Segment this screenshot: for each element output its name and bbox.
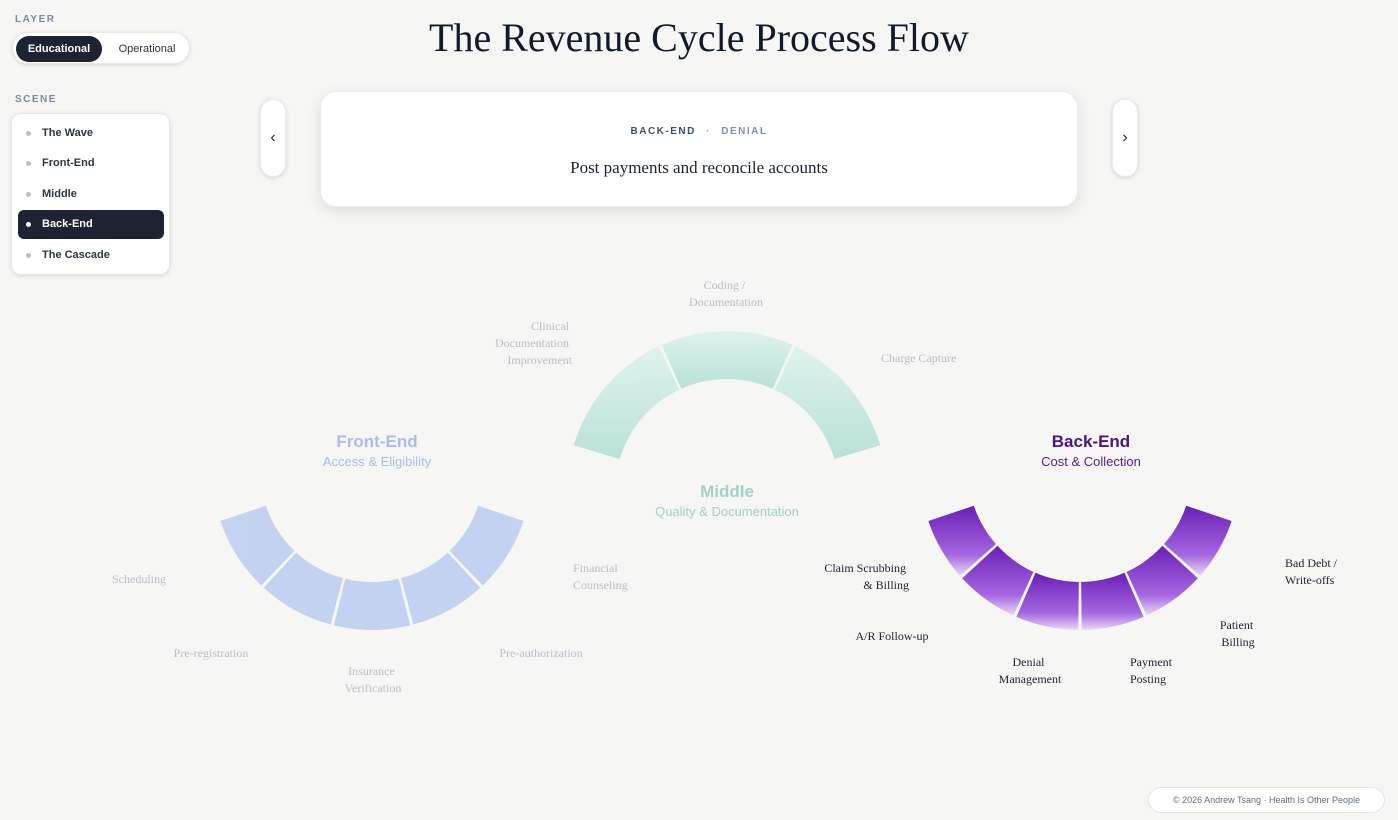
middle-arc <box>573 331 881 460</box>
stage-patient-billing: Patient Billing <box>1220 618 1256 649</box>
middle-arc-segment-2[interactable] <box>661 331 793 389</box>
stage-scheduling: Scheduling <box>112 572 166 586</box>
stage-charge-capture: Charge Capture <box>881 351 956 365</box>
stage-pre-authorization: Pre-authorization <box>499 646 582 660</box>
footer-credit: © 2026 Andrew Tsang · Health Is Other Pe… <box>1148 787 1385 813</box>
back-end-subtitle: Cost & Collection <box>1041 454 1141 469</box>
back-end-title: Back-End <box>1052 432 1130 451</box>
middle-title: Middle <box>700 482 754 501</box>
stage-coding-documentation: Coding / Documentation <box>689 278 763 309</box>
stage-clinical-documentation-improvement: Clinical Documentation Improvement <box>495 319 573 367</box>
middle-arc-segment-1[interactable] <box>573 346 680 460</box>
stage-financial-counseling: Financial Counseling <box>573 561 628 592</box>
front-end-title: Front-End <box>336 432 417 451</box>
front-end-arc-segment-3[interactable] <box>333 578 411 630</box>
stage-bad-debt-write-offs: Bad Debt / Write-offs <box>1285 556 1340 587</box>
revenue-cycle-diagram: Front-End Access & Eligibility Middle Qu… <box>112 278 1340 695</box>
stage-payment-posting: Payment Posting <box>1130 655 1175 686</box>
back-end-arc <box>928 505 1232 630</box>
front-end-arc <box>220 505 524 630</box>
stage-insurance-verification: Insurance Verification <box>345 664 402 695</box>
middle-arc-segment-3[interactable] <box>774 346 881 460</box>
front-end-subtitle: Access & Eligibility <box>323 454 432 469</box>
stage-ar-follow-up: A/R Follow-up <box>855 629 928 643</box>
middle-subtitle: Quality & Documentation <box>655 504 799 519</box>
stage-pre-registration: Pre-registration <box>174 646 249 660</box>
stage-claim-scrubbing-billing: Claim Scrubbing & Billing <box>824 561 909 592</box>
stage-denial-management: Denial Management <box>999 655 1062 686</box>
